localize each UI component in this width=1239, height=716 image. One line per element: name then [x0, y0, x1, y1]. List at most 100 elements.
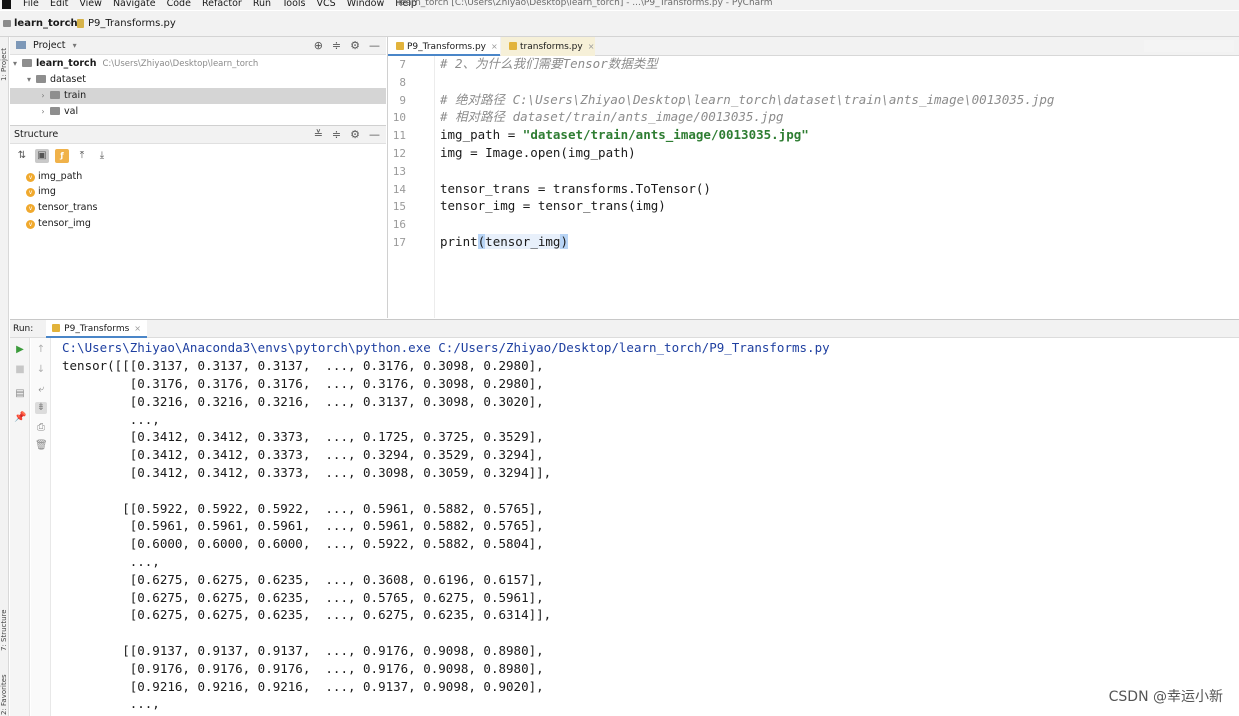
chevron-down-icon[interactable]: ▾ — [73, 41, 77, 50]
project-panel: Project ▾ ⊕ ≑ ⚙ — ▾ learn_torch C:\Users\Z… — [10, 37, 386, 125]
code-line-15[interactable]: tensor_img = tensor_trans(img) — [440, 197, 666, 215]
print-icon[interactable]: ⎙ — [35, 422, 47, 434]
structure-panel-header: Structure ≚ ≑ ⚙ — — [10, 126, 386, 144]
structure-tool-button[interactable]: 7: Structure — [0, 591, 9, 651]
line-number: 7 — [399, 58, 406, 71]
close-icon[interactable]: × — [134, 324, 141, 333]
variable-icon: v — [26, 188, 35, 197]
console-line: [0.6275, 0.6275, 0.6235, ..., 0.6275, 0.… — [62, 607, 552, 622]
code-line-9[interactable]: # 绝对路径 C:\Users\Zhiyao\Desktop\learn_tor… — [440, 91, 1054, 109]
code-line-11[interactable]: img_path = "dataset/train/ants_image/001… — [440, 126, 809, 144]
string-literal: "dataset/train/ants_image/0013035.jpg" — [522, 127, 809, 142]
console-line: ..., — [62, 412, 160, 427]
code-editor: P9_Transforms.py × transforms.py × 7 8 9 1… — [387, 37, 1239, 318]
code-line-10[interactable]: # 相对路径 dataset/train/ants_image/0013035.… — [440, 108, 784, 126]
console-line: [0.3412, 0.3412, 0.3373, ..., 0.3294, 0.… — [62, 447, 544, 462]
structure-item[interactable]: v tensor_img — [26, 216, 91, 231]
menu-run[interactable]: Run — [253, 0, 271, 9]
menu-vcs[interactable]: VCS — [317, 0, 336, 9]
console-line: ..., — [62, 696, 160, 711]
chevron-right-icon[interactable]: › — [38, 88, 48, 104]
bracket-highlight: ) — [560, 234, 568, 249]
menu-bar: File Edit View Navigate Code Refactor Ru… — [0, 0, 1239, 10]
project-tool-button[interactable]: 1: Project — [0, 41, 9, 81]
console-line: [[0.9137, 0.9137, 0.9137, ..., 0.9176, 0… — [62, 643, 544, 658]
chevron-down-icon[interactable]: ▾ — [10, 56, 20, 72]
menu-window[interactable]: Window — [347, 0, 384, 9]
menu-edit[interactable]: Edit — [50, 0, 68, 9]
toolbar-ghost — [1144, 40, 1234, 52]
console-line: [0.9176, 0.9176, 0.9176, ..., 0.9176, 0.… — [62, 661, 544, 676]
console-line: [0.6275, 0.6275, 0.6235, ..., 0.3608, 0.… — [62, 572, 544, 587]
close-icon[interactable]: × — [588, 42, 595, 51]
menu-navigate[interactable]: Navigate — [113, 0, 156, 9]
console-line: [0.3412, 0.3412, 0.3373, ..., 0.3098, 0.… — [62, 465, 552, 480]
tree-item-dataset[interactable]: ▾ dataset — [10, 72, 386, 88]
code-line-7[interactable]: # 2、为什么我们需要Tensor数据类型 — [440, 55, 658, 73]
trash-icon[interactable]: 🗑 — [35, 440, 48, 452]
chevron-right-icon[interactable]: › — [38, 104, 48, 120]
folder-icon — [36, 75, 46, 83]
project-panel-title[interactable]: Project — [33, 40, 66, 51]
chevron-down-icon[interactable]: ▾ — [24, 72, 34, 88]
run-label: Run: — [13, 324, 34, 334]
code-line-17[interactable]: print(tensor_img) — [440, 233, 568, 251]
locate-icon[interactable]: ⊕ — [314, 37, 323, 55]
arrow-up-icon[interactable]: ↑ — [35, 344, 47, 356]
show-fields-icon[interactable]: ƒ — [55, 149, 69, 163]
collapse-all-icon[interactable]: ≑ — [332, 126, 341, 144]
code-line-14[interactable]: tensor_trans = transforms.ToTensor() — [440, 180, 711, 198]
collapse-all-icon[interactable]: ≑ — [332, 37, 341, 55]
line-number: 10 — [392, 111, 406, 124]
pin-icon[interactable]: 📌 — [14, 412, 26, 424]
line-number: 17 — [392, 236, 406, 249]
menu-refactor[interactable]: Refactor — [202, 0, 242, 9]
close-icon[interactable]: × — [491, 42, 498, 51]
console-line: [0.6275, 0.6275, 0.6235, ..., 0.5765, 0.… — [62, 590, 544, 605]
expand-all-icon[interactable]: ≚ — [314, 126, 323, 144]
favorites-tool-button[interactable]: 2: Favorites — [0, 669, 9, 715]
console-line: [0.3412, 0.3412, 0.3373, ..., 0.1725, 0.… — [62, 429, 544, 444]
structure-item[interactable]: v img_path — [26, 169, 82, 184]
run-side-toolbar-2: ↑ ↓ ⤶ ⇟ ⎙ 🗑 — [31, 338, 51, 716]
gear-icon[interactable]: ⚙ — [350, 37, 360, 55]
run-panel-header: Run: P9_Transforms × — [10, 320, 1239, 338]
stop-icon[interactable]: ■ — [14, 364, 26, 376]
tab-p9-transforms[interactable]: P9_Transforms.py × — [388, 37, 500, 56]
python-file-icon — [52, 324, 61, 332]
tab-transforms[interactable]: transforms.py × — [501, 37, 595, 56]
soft-wrap-icon[interactable]: ⤶ — [35, 384, 47, 396]
tab-label: P9_Transforms.py — [407, 42, 487, 52]
show-inherited-icon[interactable]: ▣ — [35, 149, 49, 163]
minimize-icon[interactable]: — — [369, 126, 380, 144]
code-line-12[interactable]: img = Image.open(img_path) — [440, 144, 636, 162]
run-config-tab[interactable]: P9_Transforms × — [46, 320, 147, 338]
autoscroll-to-source-icon[interactable]: ⤒ — [75, 149, 89, 163]
minimize-icon[interactable]: — — [369, 37, 380, 55]
tree-root[interactable]: ▾ learn_torch C:\Users\Zhiyao\Desktop\lear… — [10, 56, 386, 72]
structure-item[interactable]: v tensor_trans — [26, 200, 97, 215]
structure-panel: Structure ≚ ≑ ⚙ — ⇅ ▣ ƒ ⤒ ⤓ v img_path vi… — [10, 125, 386, 318]
breadcrumb-file[interactable]: P9_Transforms.py — [88, 11, 176, 37]
gear-icon[interactable]: ⚙ — [350, 126, 360, 144]
window-title: learn_torch [C:\Users\Zhiyao\Desktop\lea… — [398, 0, 773, 8]
menu-code[interactable]: Code — [167, 0, 191, 9]
project-tool-icons: ⊕ ≑ ⚙ — — [314, 37, 380, 55]
rerun-icon[interactable]: ▶ — [14, 344, 26, 356]
structure-item[interactable]: v img — [26, 184, 56, 199]
folder-icon — [3, 20, 11, 27]
autoscroll-from-source-icon[interactable]: ⤓ — [95, 149, 109, 163]
console-line: ..., — [62, 554, 160, 569]
sort-alpha-icon[interactable]: ⇅ — [15, 149, 29, 163]
menu-view[interactable]: View — [79, 0, 102, 9]
menu-file[interactable]: File — [23, 0, 39, 9]
editor-tab-bar: P9_Transforms.py × transforms.py × — [388, 37, 1239, 56]
arrow-down-icon[interactable]: ↓ — [35, 364, 47, 376]
code-token: img_path = — [440, 127, 523, 142]
menu-tools[interactable]: Tools — [282, 0, 305, 9]
tree-item-train[interactable]: › train — [10, 88, 386, 104]
layout-icon[interactable]: ▤ — [14, 388, 26, 400]
tree-item-val[interactable]: › val — [10, 104, 386, 120]
scroll-to-end-icon[interactable]: ⇟ — [35, 402, 47, 414]
python-file-icon — [77, 19, 84, 28]
